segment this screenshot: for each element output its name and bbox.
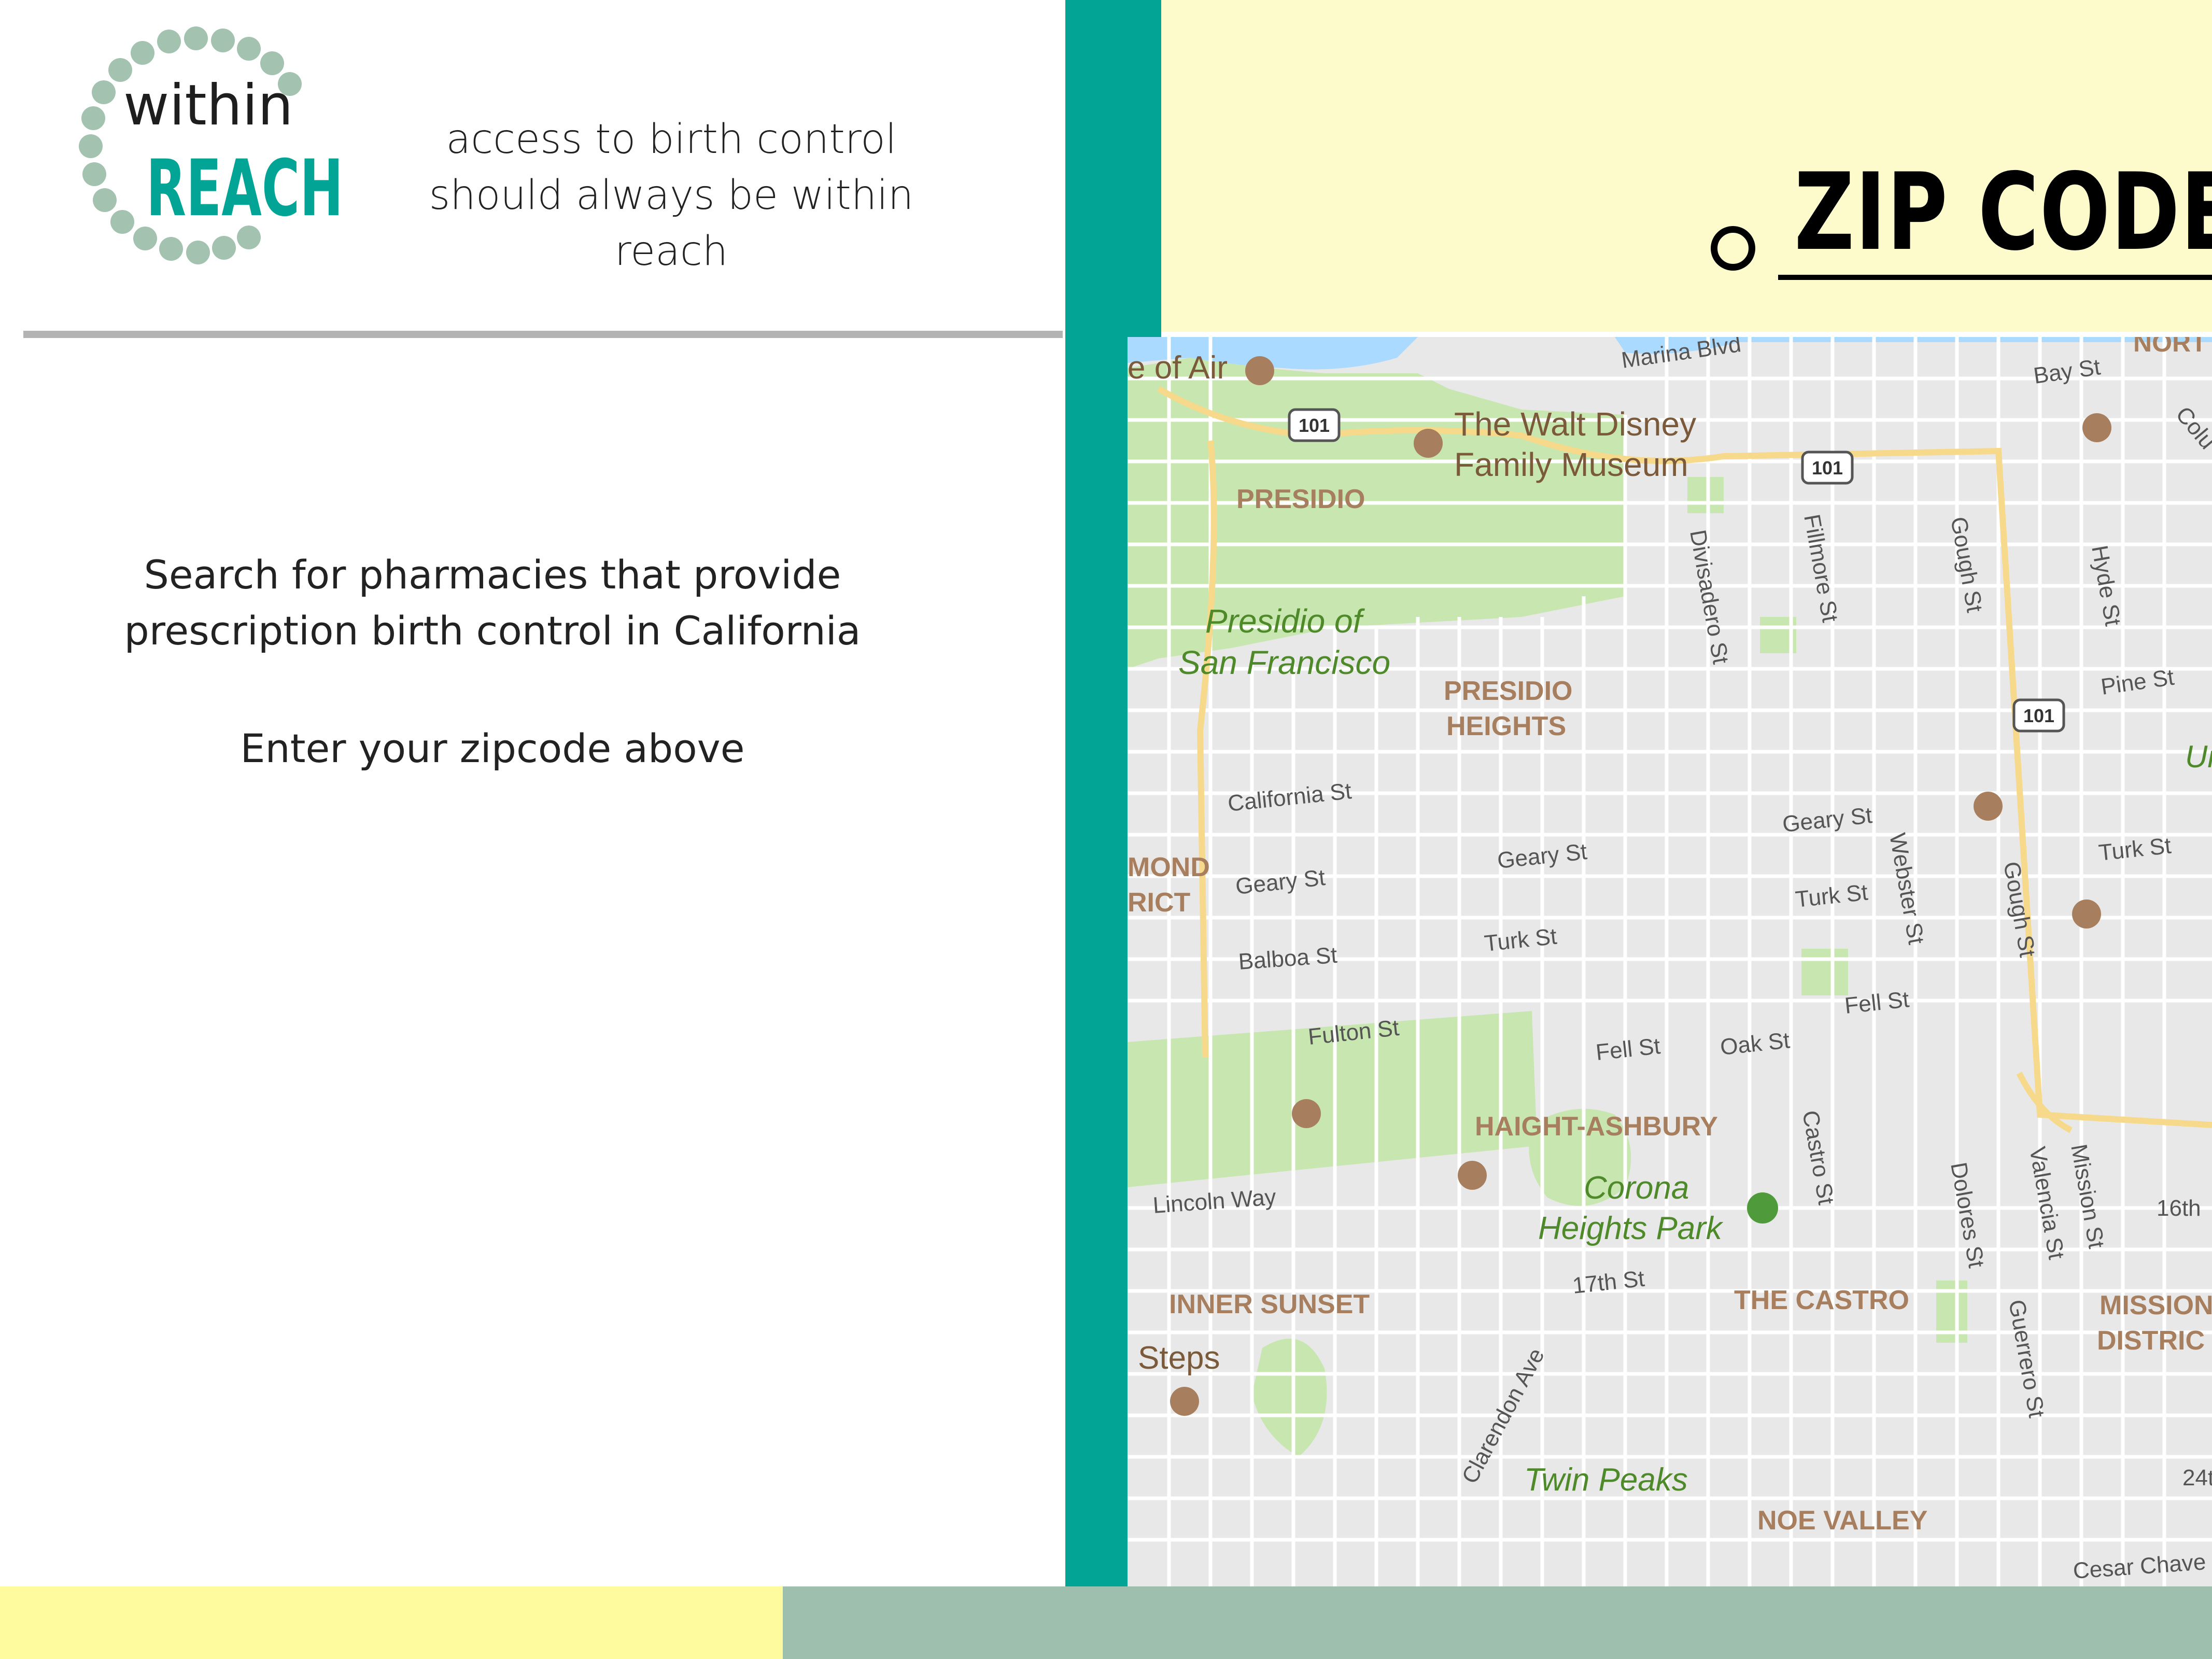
park-marker-icon: [1747, 1192, 1778, 1224]
map-label: THE CASTRO: [1734, 1285, 1909, 1315]
zip-radio-button[interactable]: [1711, 226, 1755, 271]
search-description-line-2: prescription birth control in California: [124, 608, 861, 654]
park-block: [1801, 949, 1848, 995]
zip-instruction: Enter your zipcode above: [240, 725, 745, 771]
within-reach-logo: within REACH: [79, 26, 343, 264]
map-label: NOE VALLEY: [1757, 1506, 1927, 1536]
map-label: PRESIDIO: [1236, 484, 1365, 514]
map-view[interactable]: 101 101 101 e of Air Marina Blvd NORT Ba…: [1128, 337, 2212, 1586]
zip-code-input[interactable]: [1778, 150, 2212, 280]
footer-bar-yellow: [0, 1586, 783, 1659]
map-label: NORT: [2133, 337, 2207, 357]
search-description-line-1: Search for pharmacies that provide: [144, 552, 841, 598]
svg-text:101: 101: [1299, 415, 1330, 436]
map-label: Heights Park: [1538, 1211, 1724, 1246]
map-label: Corona: [1584, 1170, 1689, 1206]
svg-text:101: 101: [1812, 457, 1843, 479]
header-divider: [23, 331, 1063, 338]
map-label: MISSION: [2100, 1290, 2212, 1320]
svg-text:101: 101: [2023, 705, 2054, 726]
hwy-shield: 101: [1801, 451, 1854, 485]
map-canvas: 101 101 101 e of Air Marina Blvd NORT Ba…: [1128, 337, 2212, 1586]
map-label: Twin Peaks: [1524, 1462, 1688, 1498]
tagline: access to birth control should always be…: [384, 111, 959, 279]
map-label: 24t: [2182, 1465, 2212, 1491]
map-label: Steps: [1138, 1340, 1220, 1376]
map-label: HEIGHTS: [1446, 711, 1566, 741]
map-label: MOND: [1128, 852, 1210, 882]
search-description: Search for pharmacies that provide presc…: [119, 547, 866, 659]
map-label: San Francisco: [1178, 644, 1390, 681]
map-label: INNER SUNSET: [1169, 1289, 1370, 1319]
map-label: Ur: [2185, 739, 2212, 774]
hwy-shield: 101: [2012, 698, 2065, 733]
logo-word-reach: REACH: [146, 144, 343, 234]
map-label: HAIGHT-ASHBURY: [1475, 1112, 1718, 1142]
hwy-shield: 101: [1288, 408, 1341, 442]
logo-word-within: within: [123, 73, 293, 138]
map-label: DISTRIC: [2097, 1326, 2205, 1356]
map-label: RICT: [1128, 888, 1191, 918]
map-label: Family Museum: [1454, 446, 1688, 483]
map-label: The Walt Disney: [1454, 405, 1696, 443]
tagline-line-1: access to birth control: [446, 116, 897, 163]
map-label: PRESIDIO: [1444, 676, 1573, 706]
footer-bar-green: [783, 1586, 2212, 1659]
map-label: e of Air: [1128, 350, 1228, 386]
map-label: 16th: [2157, 1196, 2201, 1221]
map-label: Presidio of: [1205, 602, 1365, 640]
park-block: [1687, 477, 1724, 513]
tagline-line-2: should always be within reach: [429, 172, 914, 275]
